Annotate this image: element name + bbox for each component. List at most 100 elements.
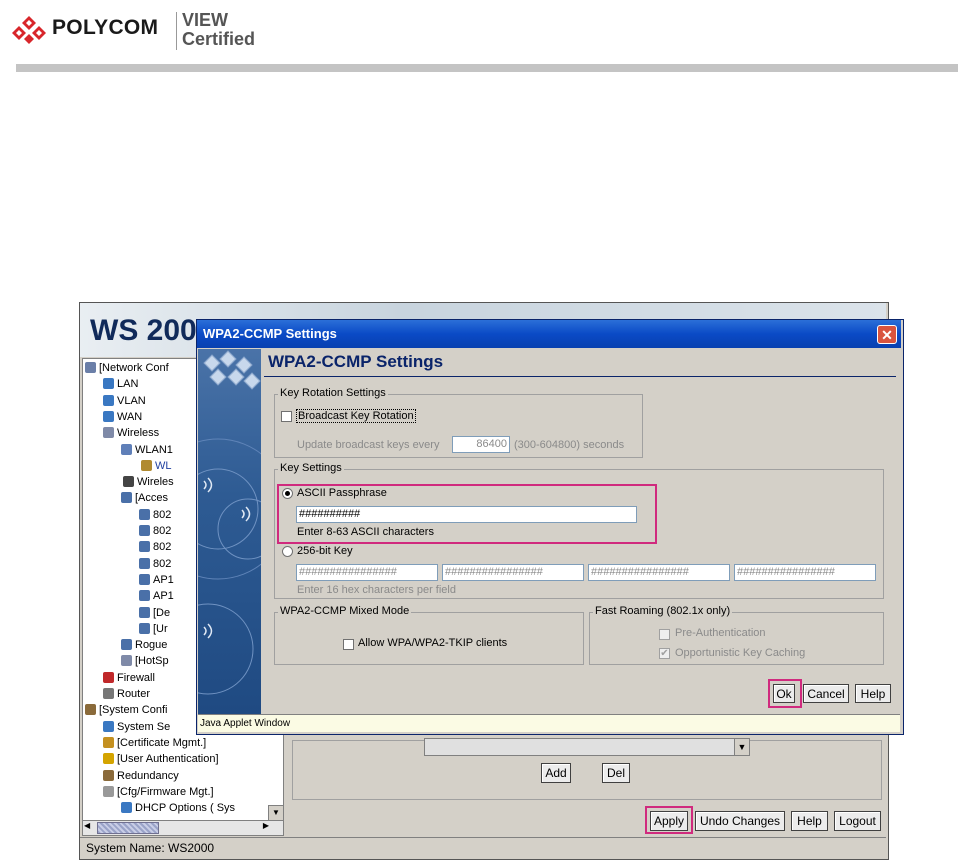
tree-item[interactable]: 802 bbox=[139, 557, 172, 570]
access-point-icon bbox=[121, 639, 132, 651]
access-point-icon bbox=[139, 557, 150, 569]
globe-icon bbox=[103, 394, 114, 406]
update-keys-input[interactable]: 86400 bbox=[452, 436, 510, 453]
scroll-down-icon[interactable]: ▼ bbox=[268, 805, 284, 821]
broadcast-key-rotation-checkbox[interactable] bbox=[281, 411, 292, 422]
opportunistic-key-caching-checkbox[interactable]: ✔ bbox=[659, 648, 670, 659]
tree-item[interactable]: 802 bbox=[139, 508, 172, 521]
tree-item[interactable]: Router bbox=[103, 688, 150, 700]
globe-icon bbox=[103, 720, 114, 732]
256-bit-key-hint: Enter 16 hex characters per field bbox=[297, 584, 456, 596]
tree-item[interactable]: WL bbox=[141, 459, 172, 472]
ascii-passphrase-label[interactable]: ASCII Passphrase bbox=[297, 487, 387, 499]
access-point-icon bbox=[139, 606, 150, 618]
tree-item[interactable]: AP1 bbox=[139, 590, 174, 602]
list-combo[interactable]: ▼ bbox=[424, 738, 750, 756]
tree-item[interactable]: [Certificate Mgmt.] bbox=[103, 736, 207, 749]
header-separator bbox=[176, 12, 177, 50]
tree-horizontal-scrollbar[interactable]: ◀ ▶ bbox=[82, 820, 284, 836]
scroll-left-icon[interactable]: ◀ bbox=[84, 821, 90, 830]
undo-changes-button[interactable]: Undo Changes bbox=[695, 811, 785, 831]
access-point-icon bbox=[139, 573, 150, 585]
ok-button[interactable]: Ok bbox=[773, 684, 795, 703]
tree-item-label: Router bbox=[117, 688, 151, 700]
tree-item[interactable]: AP1 bbox=[139, 573, 174, 586]
header-divider bbox=[16, 64, 958, 72]
tree-item[interactable]: [System Confi bbox=[85, 704, 167, 716]
antenna-icon bbox=[121, 443, 132, 455]
user-icon bbox=[103, 753, 114, 765]
access-point-icon bbox=[139, 525, 150, 536]
tree-item[interactable]: LAN bbox=[103, 378, 138, 390]
ascii-passphrase-radio[interactable] bbox=[282, 488, 293, 499]
tree-item[interactable]: [Cfg/Firmware Mgt.] bbox=[103, 785, 214, 798]
router-icon bbox=[103, 688, 114, 699]
256-bit-key-field-2[interactable]: ################ bbox=[442, 564, 584, 581]
tree-item-label: 802 bbox=[153, 508, 172, 521]
tree-item[interactable]: WAN bbox=[103, 410, 142, 423]
tree-item-label: [Network Conf bbox=[99, 362, 169, 374]
access-point-icon bbox=[139, 590, 150, 602]
tree-item-label: [De bbox=[153, 606, 171, 619]
key-icon bbox=[141, 459, 152, 471]
tree-item[interactable]: Wireless bbox=[103, 427, 159, 439]
disc-icon bbox=[103, 785, 114, 797]
scrollbar-thumb[interactable] bbox=[97, 822, 159, 834]
tree-item[interactable]: [De bbox=[139, 606, 171, 619]
256-bit-key-radio[interactable] bbox=[282, 546, 293, 557]
pre-authentication-checkbox[interactable] bbox=[659, 629, 670, 640]
chevron-down-icon[interactable]: ▼ bbox=[734, 739, 749, 755]
tree-item-label: [System Confi bbox=[99, 704, 168, 717]
add-button[interactable]: Add bbox=[541, 763, 571, 783]
broadcast-key-rotation-label[interactable]: Broadcast Key Rotation bbox=[296, 409, 416, 423]
dialog-help-button[interactable]: Help bbox=[855, 684, 891, 703]
logout-button[interactable]: Logout bbox=[834, 811, 881, 831]
tree-item[interactable]: [HotSp bbox=[121, 655, 169, 667]
close-icon[interactable]: ✕ bbox=[877, 325, 897, 344]
key-settings-legend: Key Settings bbox=[278, 462, 344, 474]
network-icon bbox=[85, 362, 96, 373]
tree-item[interactable]: VLAN bbox=[103, 394, 146, 407]
256-bit-key-field-4[interactable]: ################ bbox=[734, 564, 876, 581]
update-keys-range: (300-604800) seconds bbox=[514, 439, 625, 451]
256-bit-key-label[interactable]: 256-bit Key bbox=[297, 545, 353, 557]
tree-item[interactable]: 802 bbox=[139, 541, 171, 553]
tree-item[interactable]: System Se bbox=[103, 720, 171, 733]
tree-item-label: Wireless bbox=[117, 427, 160, 440]
tree-item[interactable]: Wireles bbox=[123, 476, 174, 488]
mixed-mode-legend: WPA2-CCMP Mixed Mode bbox=[278, 605, 412, 617]
tree-item[interactable]: [Ur bbox=[139, 622, 168, 635]
applet-footer: Java Applet Window bbox=[198, 714, 900, 732]
app-help-button[interactable]: Help bbox=[791, 811, 828, 831]
tree-item-label: 802 bbox=[153, 557, 172, 570]
signal-waves-icon bbox=[198, 438, 261, 695]
tree-item[interactable]: [User Authentication] bbox=[103, 753, 219, 765]
fast-roaming-legend: Fast Roaming (802.1x only) bbox=[593, 605, 733, 617]
tree-item-label: AP1 bbox=[153, 573, 174, 586]
apply-button[interactable]: Apply bbox=[650, 811, 688, 831]
scroll-right-icon[interactable]: ▶ bbox=[263, 821, 269, 830]
search-icon bbox=[123, 476, 134, 488]
tree-item[interactable]: Firewall bbox=[103, 671, 155, 684]
badge-line1: VIEW bbox=[182, 10, 229, 30]
tree-item-label: WL bbox=[155, 459, 172, 472]
tree-item-label: Wireles bbox=[137, 476, 174, 489]
256-bit-key-field-1[interactable]: ################ bbox=[296, 564, 438, 581]
cancel-button[interactable]: Cancel bbox=[803, 684, 849, 703]
tree-item[interactable]: [Acces bbox=[121, 492, 168, 504]
allow-tkip-label[interactable]: Allow WPA/WPA2-TKIP clients bbox=[358, 637, 507, 649]
ascii-passphrase-input[interactable]: ########## bbox=[296, 506, 637, 523]
tree-item[interactable]: 802 bbox=[139, 525, 171, 537]
tree-item-label: 802 bbox=[153, 525, 172, 537]
tree-item[interactable]: Rogue bbox=[121, 639, 167, 651]
allow-tkip-checkbox[interactable] bbox=[343, 639, 354, 650]
tree-item[interactable]: [Network Conf bbox=[85, 362, 169, 374]
tree-item-label: [Certificate Mgmt.] bbox=[117, 736, 207, 749]
tree-item-label: System Se bbox=[117, 720, 171, 733]
tree-item[interactable]: WLAN1 bbox=[121, 443, 173, 456]
256-bit-key-field-3[interactable]: ################ bbox=[588, 564, 730, 581]
tree-item[interactable]: DHCP Options ( Sys bbox=[121, 802, 235, 814]
ascii-passphrase-hint: Enter 8-63 ASCII characters bbox=[297, 526, 434, 538]
tree-item[interactable]: Redundancy bbox=[103, 769, 179, 782]
del-button[interactable]: Del bbox=[602, 763, 630, 783]
